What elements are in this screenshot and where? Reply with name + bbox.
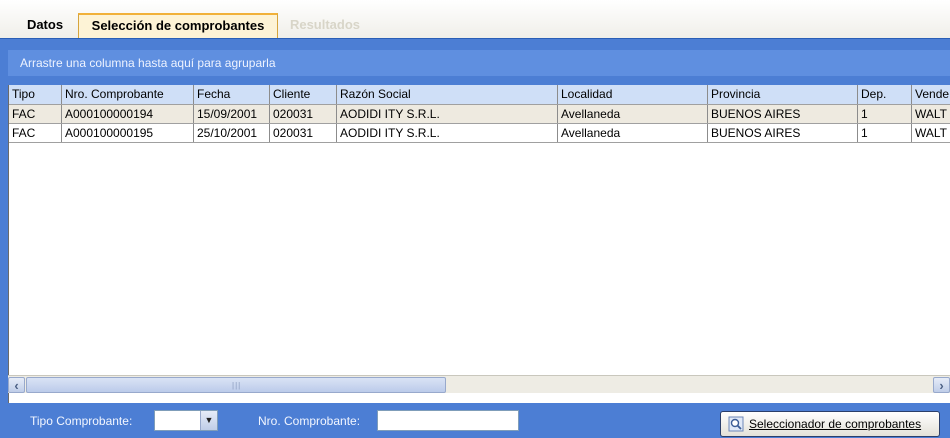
- scroll-right-button[interactable]: ›: [933, 377, 950, 393]
- cell-provincia: BUENOS AIRES: [708, 124, 858, 142]
- cell-dep: 1: [858, 124, 912, 142]
- cell-nro-comprobante: A000100000194: [62, 105, 194, 123]
- main-panel: Arrastre una columna hasta aquí para agr…: [0, 38, 950, 438]
- column-header-tipo[interactable]: Tipo: [9, 85, 62, 104]
- tab-resultados[interactable]: Resultados: [285, 15, 365, 37]
- table-row[interactable]: FAC A000100000195 25/10/2001 020031 AODI…: [9, 124, 950, 143]
- column-header-nro-comprobante[interactable]: Nro. Comprobante: [62, 85, 194, 104]
- tab-seleccion-comprobantes[interactable]: Selección de comprobantes: [78, 13, 278, 38]
- chevron-down-icon[interactable]: ▼: [200, 411, 217, 430]
- cell-cliente: 020031: [270, 105, 337, 123]
- tab-datos[interactable]: Datos: [12, 15, 78, 37]
- comprobantes-grid: Tipo Nro. Comprobante Fecha Cliente Razó…: [8, 85, 950, 403]
- tab-strip: Datos Selección de comprobantes Resultad…: [0, 0, 950, 38]
- cell-vendedor: WALT: [915, 126, 947, 140]
- column-header-razon-social[interactable]: Razón Social: [337, 85, 558, 104]
- column-header-localidad[interactable]: Localidad: [558, 85, 708, 104]
- grip-icon: |||: [232, 381, 242, 390]
- scrollbar-thumb[interactable]: |||: [26, 377, 446, 393]
- table-row[interactable]: FAC A000100000194 15/09/2001 020031 AODI…: [9, 105, 950, 124]
- cell-vendedor: WALT: [915, 107, 947, 121]
- column-header-provincia[interactable]: Provincia: [708, 85, 858, 104]
- cell-tipo: FAC: [9, 105, 62, 123]
- seleccionador-comprobantes-button[interactable]: Seleccionador de comprobantes: [720, 411, 940, 437]
- group-by-area[interactable]: Arrastre una columna hasta aquí para agr…: [8, 50, 950, 76]
- scroll-left-button[interactable]: ‹: [8, 377, 25, 393]
- cell-tipo: FAC: [9, 124, 62, 142]
- cell-cliente: 020031: [270, 124, 337, 142]
- cell-localidad: Avellaneda: [558, 124, 708, 142]
- cell-localidad: Avellaneda: [558, 105, 708, 123]
- nro-comprobante-label: Nro. Comprobante:: [258, 414, 361, 428]
- nro-comprobante-input[interactable]: [377, 410, 519, 431]
- column-header-fecha[interactable]: Fecha: [194, 85, 270, 104]
- grid-header: Tipo Nro. Comprobante Fecha Cliente Razó…: [9, 85, 950, 105]
- tipo-comprobante-select[interactable]: ▼: [154, 410, 218, 431]
- cell-provincia: BUENOS AIRES: [708, 105, 858, 123]
- cell-fecha: 15/09/2001: [194, 105, 270, 123]
- cell-razon-social: AODIDI ITY S.R.L.: [337, 105, 558, 123]
- cell-dep: 1: [858, 105, 912, 123]
- cell-nro-comprobante: A000100000195: [62, 124, 194, 142]
- cell-fecha: 25/10/2001: [194, 124, 270, 142]
- tipo-comprobante-label: Tipo Comprobante:: [30, 414, 133, 428]
- column-header-dep[interactable]: Dep.: [858, 85, 912, 104]
- seleccionador-button-label: Seleccionador de comprobantes: [749, 417, 922, 431]
- horizontal-scrollbar[interactable]: ‹ ||| ›: [8, 375, 950, 393]
- cell-razon-social: AODIDI ITY S.R.L.: [337, 124, 558, 142]
- search-icon: [728, 416, 744, 432]
- column-header-vendedor[interactable]: Vende: [912, 85, 950, 104]
- column-header-cliente[interactable]: Cliente: [270, 85, 337, 104]
